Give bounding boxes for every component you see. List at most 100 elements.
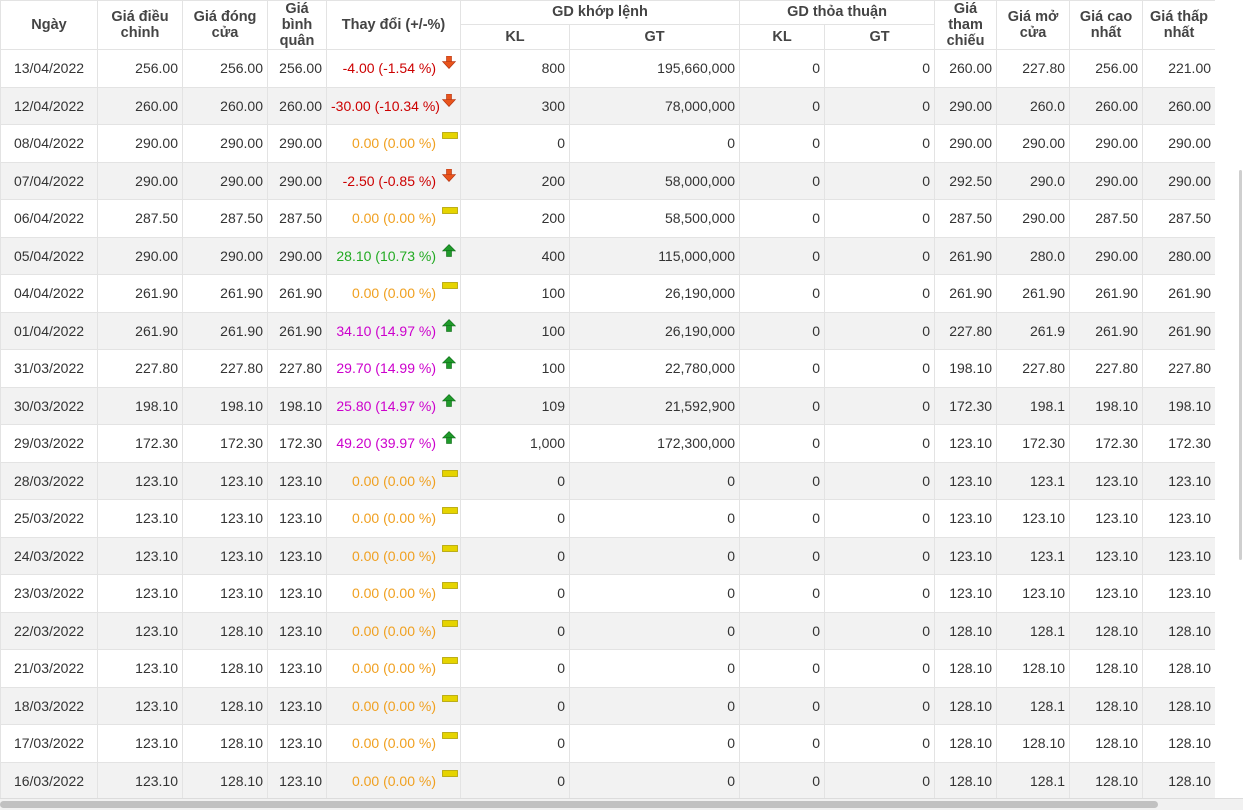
cell-close-price: 128.10 [182,724,268,763]
arrow-up-icon [441,356,457,370]
cell-average-price: 123.10 [267,574,327,613]
cell-low-price: 123.10 [1142,574,1215,613]
cell-matched-value: 0 [568,499,741,538]
change-value: 25.80 (14.97 %) [336,397,436,414]
cell-negotiated-volume: 0 [739,311,826,350]
cell-change: 49.20 (39.97 %) [326,424,461,463]
cell-negotiated-volume: 0 [739,536,826,575]
cell-adjusted-price: 123.10 [97,574,183,613]
cell-reference-price: 123.10 [934,536,998,575]
cell-matched-volume: 0 [460,499,570,538]
cell-low-price: 128.10 [1142,611,1215,650]
cell-close-price: 261.90 [182,311,268,350]
change-value: 0.00 (0.00 %) [351,772,436,789]
no-change-icon [442,656,458,670]
cell-change: 0.00 (0.00 %) [326,536,461,575]
cell-negotiated-volume: 0 [739,724,826,763]
cell-negotiated-value: 0 [824,649,936,688]
header-change[interactable]: Thay đổi (+/-%) [326,0,461,50]
cell-negotiated-value: 0 [824,386,936,425]
cell-matched-volume: 0 [460,574,570,613]
cell-change: 0.00 (0.00 %) [326,461,461,500]
cell-negotiated-volume: 0 [739,274,826,313]
cell-low-price: 128.10 [1142,724,1215,763]
cell-matched-value: 195,660,000 [568,49,741,88]
cell-high-price: 256.00 [1069,49,1144,88]
vertical-scrollbar[interactable] [1239,170,1242,560]
header-low-price[interactable]: Giá thấp nhất [1142,0,1215,50]
cell-reference-price: 123.10 [934,424,998,463]
cell-close-price: 198.10 [182,386,268,425]
header-adjusted-price[interactable]: Giá điều chỉnh [97,0,183,50]
table-row: 01/04/2022 261.90 261.90 261.90 34.10 (14.97… [0,311,1215,350]
cell-open-price: 128.1 [996,686,1071,725]
header-close-price[interactable]: Giá đóng cửa [182,0,268,50]
cell-adjusted-price: 256.00 [97,49,183,88]
cell-close-price: 128.10 [182,611,268,650]
cell-open-price: 123.1 [996,461,1071,500]
cell-change: -4.00 (-1.54 %) [326,49,461,88]
cell-close-price: 123.10 [182,574,268,613]
horizontal-scrollbar[interactable] [0,798,1243,810]
cell-matched-volume: 109 [460,386,570,425]
cell-close-price: 290.00 [182,161,268,200]
cell-negotiated-value: 0 [824,124,936,163]
cell-high-price: 290.00 [1069,124,1144,163]
cell-date: 16/03/2022 [0,761,98,798]
cell-negotiated-volume: 0 [739,236,826,275]
cell-adjusted-price: 123.10 [97,761,183,798]
cell-low-price: 123.10 [1142,461,1215,500]
change-value: 0.00 (0.00 %) [351,547,436,564]
cell-reference-price: 290.00 [934,124,998,163]
cell-adjusted-price: 290.00 [97,236,183,275]
cell-high-price: 260.00 [1069,86,1144,125]
cell-change: 25.80 (14.97 %) [326,386,461,425]
arrow-up-icon [441,431,457,445]
table-row: 30/03/2022 198.10 198.10 198.10 25.80 (14.97… [0,386,1215,425]
cell-average-price: 261.90 [267,274,327,313]
cell-open-price: 260.0 [996,86,1071,125]
cell-matched-value: 0 [568,536,741,575]
header-average-price[interactable]: Giá bình quân [267,0,327,50]
table-header: Ngày Giá điều chỉnh Giá đóng cửa Giá bìn… [0,0,1215,51]
cell-low-price: 280.00 [1142,236,1215,275]
cell-high-price: 128.10 [1069,611,1144,650]
change-value: -30.00 (-10.34 %) [331,97,440,114]
header-matched-value[interactable]: GT [568,23,741,51]
table-row: 06/04/2022 287.50 287.50 287.50 0.00 (0.00 %… [0,199,1215,238]
header-negotiated-value[interactable]: GT [824,23,936,51]
cell-matched-value: 115,000,000 [568,236,741,275]
cell-average-price: 290.00 [267,236,327,275]
cell-date: 01/04/2022 [0,311,98,350]
cell-average-price: 123.10 [267,461,327,500]
header-open-price[interactable]: Giá mở cửa [996,0,1071,50]
cell-high-price: 290.00 [1069,161,1144,200]
no-change-icon [442,694,458,708]
cell-reference-price: 292.50 [934,161,998,200]
header-reference-price[interactable]: Giá tham chiếu [934,0,998,50]
table-row: 24/03/2022 123.10 123.10 123.10 0.00 (0.00 %… [0,536,1215,575]
cell-negotiated-volume: 0 [739,686,826,725]
cell-reference-price: 227.80 [934,311,998,350]
cell-reference-price: 123.10 [934,574,998,613]
cell-date: 05/04/2022 [0,236,98,275]
cell-adjusted-price: 123.10 [97,724,183,763]
cell-negotiated-volume: 0 [739,386,826,425]
cell-change: 0.00 (0.00 %) [326,199,461,238]
header-date[interactable]: Ngày [0,0,98,50]
cell-high-price: 128.10 [1069,686,1144,725]
cell-negotiated-volume: 0 [739,761,826,798]
cell-high-price: 261.90 [1069,311,1144,350]
cell-change: 0.00 (0.00 %) [326,649,461,688]
cell-matched-value: 0 [568,686,741,725]
cell-close-price: 123.10 [182,461,268,500]
cell-matched-volume: 100 [460,311,570,350]
header-high-price[interactable]: Giá cao nhất [1069,0,1144,50]
table-row: 29/03/2022 172.30 172.30 172.30 49.20 (39.97… [0,424,1215,463]
horizontal-scrollbar-thumb[interactable] [0,801,1158,808]
header-negotiated-volume[interactable]: KL [739,23,826,51]
cell-negotiated-value: 0 [824,49,936,88]
cell-change: 0.00 (0.00 %) [326,724,461,763]
header-matched-volume[interactable]: KL [460,23,570,51]
cell-date: 24/03/2022 [0,536,98,575]
